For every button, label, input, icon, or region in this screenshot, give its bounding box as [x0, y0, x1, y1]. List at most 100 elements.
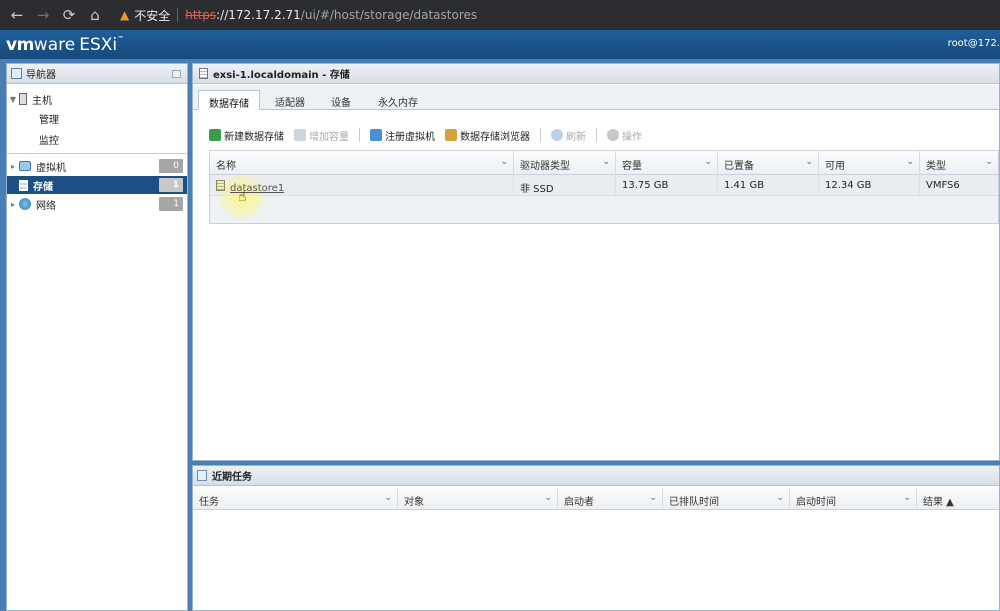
table-header: 名称 ⌄ 驱动器类型 ⌄ 容量 ⌄ 已置备 ⌄ 可用 ⌄ 类型 ⌄ — [210, 151, 998, 175]
nav-vm-label: 虚拟机 — [36, 162, 66, 174]
home-icon[interactable]: ⌂ — [84, 4, 106, 26]
datastore-table: 名称 ⌄ 驱动器类型 ⌄ 容量 ⌄ 已置备 ⌄ 可用 ⌄ 类型 ⌄ datastore1 非… — [209, 150, 999, 224]
tab-datastores[interactable]: 数据存储 — [198, 90, 260, 110]
column-header-drive-type[interactable]: 驱动器类型 ⌄ — [514, 151, 616, 175]
divider — [177, 8, 179, 22]
datastore-toolbar: 新建数据存储 增加容量 注册虚拟机 数据存储浏览器 刷新 操作 — [209, 127, 652, 143]
page-title: exsi-1.localdomain - 存储 — [213, 70, 350, 81]
address-bar[interactable]: ▲ 不安全 https://172.17.2.71/ui/#/host/stor… — [120, 4, 477, 26]
host-icon — [19, 93, 27, 105]
security-status[interactable]: 不安全 — [134, 7, 170, 24]
storage-panel: exsi-1.localdomain - 存储 数据存储 适配器 设备 永久内存… — [192, 63, 1000, 461]
url-path: /ui/#/host/storage/datastores — [300, 8, 478, 22]
navigator-panel: 导航器 ▼ 主机 管理 监控 ▸ 虚拟机 0 存储 1 ▸ 网络 1 — [6, 63, 188, 611]
user-menu[interactable]: root@172. — [948, 38, 1000, 49]
tab-adapters[interactable]: 适配器 — [265, 90, 315, 110]
nav-storage-label: 存储 — [33, 181, 53, 193]
refresh-icon — [551, 129, 563, 141]
expand-arrow-icon[interactable]: ▼ — [7, 95, 19, 104]
navigator-icon — [11, 68, 22, 79]
drive-type-cell: 非 SSD — [514, 175, 616, 196]
increase-capacity-button[interactable]: 增加容量 — [294, 128, 349, 143]
datastore-browser-button[interactable]: 数据存储浏览器 — [445, 128, 530, 143]
tab-bar: 数据存储 适配器 设备 永久内存 — [193, 85, 999, 110]
datastore-name-cell: datastore1 — [210, 175, 514, 196]
tab-devices[interactable]: 设备 — [321, 90, 361, 110]
chevron-down-icon: ⌄ — [602, 157, 610, 167]
vmware-esxi-logo: vmware ESXi™ — [6, 34, 125, 55]
vm-count-badge: 0 — [159, 159, 183, 173]
nav-monitor-label: 监控 — [39, 135, 59, 147]
forward-icon[interactable]: → — [32, 4, 54, 26]
collapse-icon[interactable] — [172, 70, 181, 78]
storage-icon — [19, 179, 28, 191]
reload-icon[interactable]: ⟳ — [58, 4, 80, 26]
chevron-down-icon: ⌄ — [906, 157, 914, 167]
refresh-button[interactable]: 刷新 — [551, 128, 586, 143]
nav-host[interactable]: ▼ 主机 — [7, 90, 187, 108]
nav-manage-label: 管理 — [39, 114, 59, 126]
divider — [596, 128, 597, 142]
tasks-icon — [197, 470, 207, 481]
recent-tasks-panel: 近期任务 任务 ⌄ 对象 ⌄ 启动者 ⌄ 已排队时间 ⌄ 启动时间 ⌄ 结果 ▲ — [192, 465, 1000, 611]
column-header-provisioned[interactable]: 已置备 ⌄ — [718, 151, 819, 175]
column-header-capacity[interactable]: 容量 ⌄ — [616, 151, 718, 175]
chevron-down-icon: ⌄ — [649, 493, 657, 503]
app-header: vmware ESXi™ root@172. — [0, 30, 1000, 59]
gear-icon — [607, 129, 619, 141]
recent-tasks-header: 近期任务 — [193, 466, 999, 486]
nav-monitor[interactable]: 监控 — [7, 130, 187, 148]
column-header-target[interactable]: 对象 ⌄ — [398, 488, 558, 510]
browser-toolbar: ← → ⟳ ⌂ ▲ 不安全 https://172.17.2.71/ui/#/h… — [0, 0, 1000, 30]
recent-tasks-title: 近期任务 — [212, 472, 252, 483]
warning-icon: ▲ — [120, 8, 130, 22]
chevron-down-icon: ⌄ — [384, 493, 392, 503]
hand-cursor-icon: ☝ — [238, 189, 247, 205]
nav-manage[interactable]: 管理 — [7, 109, 187, 127]
increase-capacity-icon — [294, 129, 306, 141]
back-icon[interactable]: ← — [6, 4, 28, 26]
nav-network-label: 网络 — [36, 200, 56, 212]
chevron-down-icon: ⌄ — [500, 157, 508, 167]
column-header-name[interactable]: 名称 ⌄ — [210, 151, 514, 175]
column-header-started[interactable]: 启动时间 ⌄ — [790, 488, 917, 510]
chevron-down-icon: ⌄ — [903, 493, 911, 503]
register-vm-icon — [370, 129, 382, 141]
column-header-free[interactable]: 可用 ⌄ — [819, 151, 920, 175]
capacity-cell: 13.75 GB — [616, 175, 718, 196]
column-header-task[interactable]: 任务 ⌄ — [193, 488, 398, 510]
column-header-initiator[interactable]: 启动者 ⌄ — [558, 488, 663, 510]
network-count-badge: 1 — [159, 197, 183, 211]
chevron-down-icon: ⌄ — [704, 157, 712, 167]
register-vm-button[interactable]: 注册虚拟机 — [370, 128, 435, 143]
table-row[interactable]: datastore1 非 SSD 13.75 GB 1.41 GB 12.34 … — [210, 175, 998, 219]
column-header-result[interactable]: 结果 ▲ — [917, 488, 999, 510]
divider — [359, 128, 360, 142]
tasks-table-header: 任务 ⌄ 对象 ⌄ 启动者 ⌄ 已排队时间 ⌄ 启动时间 ⌄ 结果 ▲ — [193, 488, 999, 510]
datastore-icon — [216, 180, 225, 191]
column-header-queued[interactable]: 已排队时间 ⌄ — [663, 488, 790, 510]
url-host: ://172.17.2.71 — [216, 8, 301, 22]
nav-networking[interactable]: ▸ 网络 1 — [7, 195, 187, 213]
datastore-browser-icon — [445, 129, 457, 141]
url-scheme: https — [185, 8, 217, 22]
storage-panel-header: exsi-1.localdomain - 存储 — [193, 64, 999, 84]
nav-virtual-machines[interactable]: ▸ 虚拟机 0 — [7, 157, 187, 175]
divider — [7, 153, 187, 154]
network-icon — [19, 198, 31, 210]
provisioned-cell: 1.41 GB — [718, 175, 819, 196]
navigator-title: 导航器 — [26, 70, 56, 81]
divider — [540, 128, 541, 142]
expand-arrow-icon[interactable]: ▸ — [7, 200, 19, 209]
column-header-type[interactable]: 类型 ⌄ — [920, 151, 998, 175]
chevron-down-icon: ⌄ — [805, 157, 813, 167]
chevron-down-icon: ⌄ — [985, 157, 993, 167]
new-datastore-icon — [209, 129, 221, 141]
storage-count-badge: 1 — [159, 178, 183, 192]
nav-storage[interactable]: 存储 1 — [7, 176, 187, 194]
tab-persistent-memory[interactable]: 永久内存 — [368, 90, 428, 110]
new-datastore-button[interactable]: 新建数据存储 — [209, 128, 284, 143]
actions-button[interactable]: 操作 — [607, 128, 642, 143]
virtual-machine-icon — [19, 161, 31, 171]
expand-arrow-icon[interactable]: ▸ — [7, 162, 19, 171]
